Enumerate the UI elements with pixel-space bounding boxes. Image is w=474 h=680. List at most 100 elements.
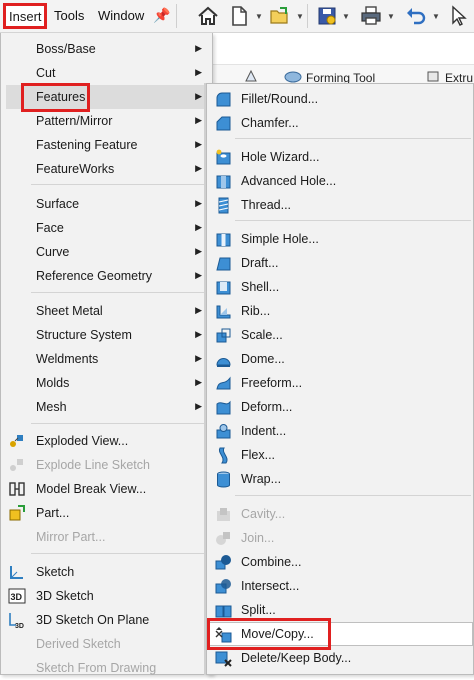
- submenu-arrow-icon: ▶: [195, 246, 202, 256]
- menu-item-cut[interactable]: Cut ▶: [1, 61, 212, 85]
- submenu-item-advanced-hole[interactable]: Advanced Hole...: [207, 169, 473, 193]
- submenu-item-label: Freeform...: [241, 376, 303, 390]
- menu-item-label: Reference Geometry: [36, 269, 153, 283]
- forming-tool-icon[interactable]: [283, 68, 303, 84]
- save-icon[interactable]: [315, 4, 339, 28]
- submenu-arrow-icon: ▶: [195, 270, 202, 280]
- submenu-item-deform[interactable]: Deform...: [207, 395, 473, 419]
- undo-dropdown-icon[interactable]: ▼: [432, 12, 440, 21]
- wrap-icon: [217, 471, 230, 488]
- menu-item-label: FeatureWorks: [36, 162, 115, 176]
- flex-icon: [218, 447, 228, 464]
- dome-icon: [216, 358, 231, 367]
- home-icon[interactable]: [196, 4, 220, 28]
- menu-item-model-break-view[interactable]: Model Break View...: [1, 477, 212, 501]
- menu-item-mesh[interactable]: Mesh ▶: [1, 395, 212, 419]
- menu-item-exploded-view[interactable]: Exploded View...: [1, 429, 212, 453]
- menu-item-label: Fastening Feature: [36, 138, 138, 152]
- menu-item-featureworks[interactable]: FeatureWorks ▶: [1, 157, 212, 181]
- menu-item-sketch-from-drawing: Sketch From Drawing: [1, 656, 212, 680]
- menu-item-face[interactable]: Face ▶: [1, 216, 212, 240]
- submenu-item-indent[interactable]: Indent...: [207, 419, 473, 443]
- sketch-icon: [10, 566, 23, 579]
- menu-item-structure-system[interactable]: Structure System ▶: [1, 323, 212, 347]
- menu-item-3d-sketch[interactable]: 3D 3D Sketch: [1, 584, 212, 608]
- menu-item-reference-geometry[interactable]: Reference Geometry ▶: [1, 264, 212, 288]
- submenu-item-label: Delete/Keep Body...: [241, 651, 352, 665]
- menu-item-sketch[interactable]: Sketch: [1, 560, 212, 584]
- menu-insert[interactable]: Insert: [3, 3, 47, 29]
- submenu-item-label: Dome...: [241, 352, 285, 366]
- submenu-item-label: Scale...: [241, 328, 283, 342]
- pin-icon[interactable]: 📌: [153, 7, 170, 24]
- chamfer-icon: [216, 116, 231, 131]
- submenu-item-hole-wizard[interactable]: Hole Wizard...: [207, 145, 473, 169]
- features-callout-box: [21, 83, 90, 112]
- submenu-item-label: Chamfer...: [241, 116, 299, 130]
- submenu-item-label: Simple Hole...: [241, 232, 319, 246]
- insert-menu-dropdown: Boss/Base ▶ Cut ▶ Features ▶ Pattern/Mirror…: [0, 33, 213, 675]
- submenu-item-label: Combine...: [241, 555, 302, 569]
- menu-item-weldments[interactable]: Weldments ▶: [1, 347, 212, 371]
- submenu-arrow-icon: ▶: [195, 401, 202, 411]
- menu-item-boss-base[interactable]: Boss/Base ▶: [1, 37, 212, 61]
- submenu-item-cavity: Cavity...: [207, 502, 473, 526]
- submenu-item-label: Intersect...: [241, 579, 300, 593]
- menu-item-curve[interactable]: Curve ▶: [1, 240, 212, 264]
- print-dropdown-icon[interactable]: ▼: [387, 12, 395, 21]
- menu-window[interactable]: Window: [98, 8, 144, 23]
- combine-icon: [215, 555, 231, 570]
- menu-item-label: Derived Sketch: [36, 637, 121, 651]
- explode-line-sketch-icon: [10, 459, 23, 471]
- select-arrow-icon[interactable]: [447, 4, 471, 28]
- menu-item-molds[interactable]: Molds ▶: [1, 371, 212, 395]
- menu-item-pattern-mirror[interactable]: Pattern/Mirror ▶: [1, 109, 212, 133]
- undo-icon[interactable]: [404, 4, 428, 28]
- submenu-item-label: Shell...: [241, 280, 280, 294]
- submenu-separator: [235, 220, 471, 221]
- submenu-item-thread[interactable]: Thread...: [207, 193, 473, 217]
- submenu-item-intersect[interactable]: Intersect...: [207, 574, 473, 598]
- menu-item-sheet-metal[interactable]: Sheet Metal ▶: [1, 299, 212, 323]
- ribbon-tool-icon[interactable]: [243, 68, 259, 84]
- submenu-arrow-icon: ▶: [195, 139, 202, 149]
- submenu-item-combine[interactable]: Combine...: [207, 550, 473, 574]
- submenu-separator: [235, 138, 471, 139]
- submenu-item-flex[interactable]: Flex...: [207, 443, 473, 467]
- toolbar-separator: [307, 4, 308, 28]
- extrude-icon[interactable]: [425, 68, 441, 84]
- submenu-item-draft[interactable]: Draft...: [207, 251, 473, 275]
- menu-item-fastening-feature[interactable]: Fastening Feature ▶: [1, 133, 212, 157]
- fillet-icon: [216, 92, 231, 107]
- open-dropdown-icon[interactable]: ▼: [296, 12, 304, 21]
- submenu-item-shell[interactable]: Shell...: [207, 275, 473, 299]
- submenu-item-scale[interactable]: Scale...: [207, 323, 473, 347]
- new-document-icon[interactable]: [227, 4, 251, 28]
- submenu-item-rib[interactable]: Rib...: [207, 299, 473, 323]
- menu-item-part[interactable]: Part...: [1, 501, 212, 525]
- submenu-item-dome[interactable]: Dome...: [207, 347, 473, 371]
- save-dropdown-icon[interactable]: ▼: [342, 12, 350, 21]
- menu-tools[interactable]: Tools: [54, 8, 84, 23]
- submenu-item-freeform[interactable]: Freeform...: [207, 371, 473, 395]
- submenu-item-label: Draft...: [241, 256, 279, 270]
- menu-item-label: Pattern/Mirror: [36, 114, 113, 128]
- submenu-item-join: Join...: [207, 526, 473, 550]
- print-icon[interactable]: [359, 4, 383, 28]
- submenu-item-fillet-round[interactable]: Fillet/Round...: [207, 87, 473, 111]
- menu-item-label: 3D Sketch: [36, 589, 94, 603]
- submenu-item-label: Join...: [241, 531, 275, 545]
- draft-icon: [216, 257, 231, 271]
- menu-item-label: Surface: [36, 197, 80, 211]
- submenu-item-chamfer[interactable]: Chamfer...: [207, 111, 473, 135]
- submenu-item-simple-hole[interactable]: Simple Hole...: [207, 227, 473, 251]
- submenu-item-wrap[interactable]: Wrap...: [207, 467, 473, 491]
- hole-wizard-icon: [216, 149, 231, 165]
- open-folder-icon[interactable]: [268, 4, 292, 28]
- submenu-arrow-icon: ▶: [195, 353, 202, 363]
- rib-icon: [216, 305, 231, 319]
- menu-item-surface[interactable]: Surface ▶: [1, 192, 212, 216]
- menu-item-3d-sketch-on-plane[interactable]: 3D 3D Sketch On Plane: [1, 608, 212, 632]
- new-dropdown-icon[interactable]: ▼: [255, 12, 263, 21]
- menu-item-label: Sketch: [36, 565, 75, 579]
